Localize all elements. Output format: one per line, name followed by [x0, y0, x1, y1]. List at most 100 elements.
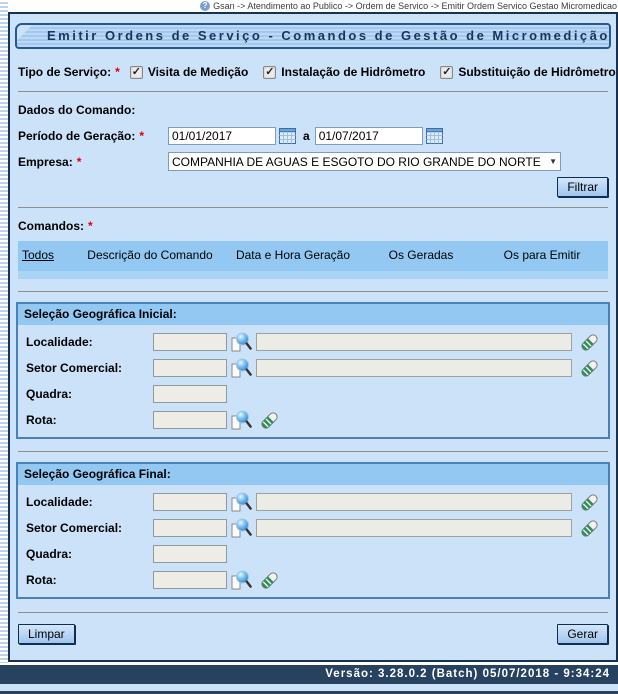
- selecao-geografica-inicial-section: Seleção Geográfica Inicial: Localidade:: [16, 302, 610, 439]
- localidade-inicial-code-input[interactable]: [153, 333, 227, 351]
- comandos-label: Comandos:*: [18, 219, 93, 233]
- tipo-servico-options: ✓ Visita de Medição ✓ Instalação de Hidr…: [130, 65, 618, 79]
- rota-label: Rota:: [26, 573, 153, 587]
- page-title-bar: Emitir Ordens de Serviço - Comandos de G…: [15, 23, 611, 49]
- column-descricao-comando: Descrição do Comando: [80, 249, 220, 263]
- localidade-final-name-field: [256, 493, 572, 511]
- footer-bar: Versão: 3.28.0.2 (Batch) 05/07/2018 - 9:…: [0, 665, 618, 684]
- localidade-inicial-name-field: [256, 333, 572, 351]
- eraser-icon[interactable]: [579, 492, 600, 513]
- selecao-final-title: Seleção Geográfica Final:: [18, 464, 608, 485]
- quadra-final-input[interactable]: [153, 545, 227, 563]
- search-icon[interactable]: [230, 517, 252, 539]
- setor-inicial-code-input[interactable]: [153, 359, 227, 377]
- quadra-label: Quadra:: [26, 547, 153, 561]
- page-title: Emitir Ordens de Serviço - Comandos de G…: [47, 28, 610, 43]
- checkbox-check-icon[interactable]: ✓: [440, 66, 453, 79]
- setor-final-code-input[interactable]: [153, 519, 227, 537]
- help-icon[interactable]: ?: [200, 1, 210, 11]
- filtrar-button[interactable]: Filtrar: [557, 177, 608, 197]
- divider: [18, 207, 608, 208]
- checkbox-instalacao-de-hidrometro[interactable]: ✓ Instalação de Hidrômetro: [263, 65, 425, 79]
- main-frame: Emitir Ordens de Serviço - Comandos de G…: [8, 12, 618, 662]
- filtrar-row: Filtrar: [18, 177, 608, 197]
- rota-inicial-row: Rota:: [26, 411, 600, 429]
- column-os-para-emitir: Os para Emitir: [476, 249, 608, 263]
- setor-comercial-label: Setor Comercial:: [26, 361, 153, 375]
- localidade-final-row: Localidade:: [26, 493, 600, 511]
- localidade-label: Localidade:: [26, 495, 153, 509]
- dropdown-arrow-icon: ▼: [549, 157, 557, 166]
- rota-final-code-input[interactable]: [153, 571, 227, 589]
- eraser-icon[interactable]: [259, 570, 280, 591]
- calendar-icon[interactable]: [279, 128, 296, 144]
- quadra-inicial-input[interactable]: [153, 385, 227, 403]
- tipo-servico-row: Tipo de Serviço:* ✓ Visita de Medição ✓ …: [18, 63, 608, 81]
- left-stripe-decoration: [0, 0, 8, 663]
- eraser-icon[interactable]: [579, 332, 600, 353]
- empresa-select[interactable]: COMPANHIA DE AGUAS E ESGOTO DO RIO GRAND…: [168, 152, 561, 171]
- required-asterisk: *: [115, 65, 120, 79]
- eraser-icon[interactable]: [579, 358, 600, 379]
- breadcrumb-bar: ? Gsan -> Atendimento ao Publico -> Orde…: [8, 0, 618, 12]
- comandos-table: Todos Descrição do Comando Data e Hora G…: [18, 241, 608, 279]
- localidade-inicial-row: Localidade:: [26, 333, 600, 351]
- search-icon[interactable]: [230, 569, 252, 591]
- search-icon[interactable]: [230, 331, 252, 353]
- checkbox-label: Substituição de Hidrômetro: [458, 65, 615, 79]
- selecao-inicial-title: Seleção Geográfica Inicial:: [18, 304, 608, 325]
- date-range-separator: a: [303, 129, 310, 143]
- bottom-strip: [0, 684, 618, 694]
- localidade-label: Localidade:: [26, 335, 153, 349]
- limpar-button[interactable]: Limpar: [18, 624, 75, 644]
- checkbox-check-icon[interactable]: ✓: [130, 66, 143, 79]
- quadra-label: Quadra:: [26, 387, 153, 401]
- column-os-geradas: Os Geradas: [366, 249, 476, 263]
- divider: [18, 451, 608, 452]
- eraser-icon[interactable]: [259, 410, 280, 431]
- divider: [18, 91, 608, 92]
- column-todos: Todos: [18, 249, 80, 263]
- rota-final-row: Rota:: [26, 571, 600, 589]
- search-icon[interactable]: [230, 409, 252, 431]
- checkbox-check-icon[interactable]: ✓: [263, 66, 276, 79]
- search-icon[interactable]: [230, 357, 252, 379]
- checkbox-visita-de-medicao[interactable]: ✓ Visita de Medição: [130, 65, 248, 79]
- checkbox-label: Visita de Medição: [148, 65, 248, 79]
- dados-comando-row: Dados do Comando:: [18, 102, 608, 117]
- divider: [18, 291, 608, 292]
- periodo-geracao-label: Período de Geração:*: [18, 129, 168, 143]
- tipo-servico-label: Tipo de Serviço:*: [18, 65, 120, 79]
- quadra-final-row: Quadra:: [26, 545, 600, 563]
- eraser-icon[interactable]: [579, 518, 600, 539]
- column-data-hora-geracao: Data e Hora Geração: [220, 249, 366, 263]
- periodo-fim-input[interactable]: [315, 127, 423, 145]
- comandos-table-empty-row: [18, 271, 608, 279]
- selecao-geografica-final-section: Seleção Geográfica Final: Localidade:: [16, 462, 610, 599]
- calendar-icon[interactable]: [426, 128, 443, 144]
- setor-comercial-label: Setor Comercial:: [26, 521, 153, 535]
- search-icon[interactable]: [230, 491, 252, 513]
- quadra-inicial-row: Quadra:: [26, 385, 600, 403]
- rota-inicial-code-input[interactable]: [153, 411, 227, 429]
- setor-comercial-inicial-row: Setor Comercial:: [26, 359, 600, 377]
- setor-inicial-name-field: [256, 359, 572, 377]
- empresa-row: Empresa:* COMPANHIA DE AGUAS E ESGOTO DO…: [18, 152, 608, 171]
- checkbox-substituicao-de-hidrometro[interactable]: ✓ Substituição de Hidrômetro: [440, 65, 615, 79]
- checkbox-label: Instalação de Hidrômetro: [281, 65, 425, 79]
- gerar-button[interactable]: Gerar: [557, 624, 608, 644]
- required-asterisk: *: [88, 219, 93, 233]
- localidade-final-code-input[interactable]: [153, 493, 227, 511]
- setor-comercial-final-row: Setor Comercial:: [26, 519, 600, 537]
- todos-link[interactable]: Todos: [22, 248, 54, 262]
- setor-final-name-field: [256, 519, 572, 537]
- required-asterisk: *: [77, 155, 82, 169]
- comandos-label-row: Comandos:*: [18, 218, 608, 233]
- empresa-selected-option: COMPANHIA DE AGUAS E ESGOTO DO RIO GRAND…: [172, 155, 541, 169]
- comandos-table-header: Todos Descrição do Comando Data e Hora G…: [18, 241, 608, 271]
- breadcrumb: Gsan -> Atendimento ao Publico -> Ordem …: [213, 1, 617, 11]
- rota-label: Rota:: [26, 413, 153, 427]
- periodo-geracao-row: Período de Geração:* a: [18, 126, 608, 145]
- divider: [18, 612, 608, 613]
- periodo-inicio-input[interactable]: [168, 127, 276, 145]
